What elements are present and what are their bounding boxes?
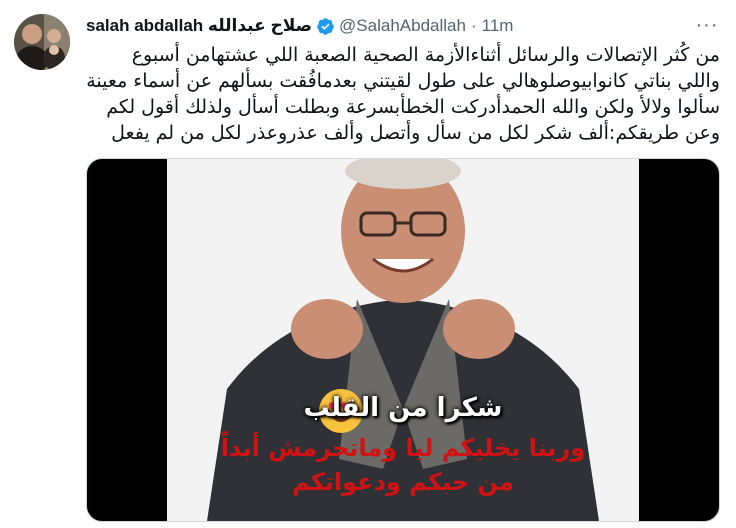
image-caption-line2: وربنا يخليكم ليا وماتحرمش أبداً bbox=[220, 434, 586, 462]
image-caption-blessing: وربنا يخليكم ليا وماتحرمش أبداً من حبكم … bbox=[167, 431, 639, 499]
avatar[interactable] bbox=[14, 14, 70, 70]
tweet-header: salah abdallah صلاح عبدالله @SalahAbdall… bbox=[86, 14, 720, 38]
user-handle[interactable]: @SalahAbdallah bbox=[339, 16, 466, 36]
separator-dot: · bbox=[470, 16, 477, 35]
image-caption-thanks: شكرا من القلب bbox=[303, 393, 503, 423]
more-options-icon[interactable]: ··· bbox=[694, 12, 720, 38]
tweet-text: من كُثر الإتصالات والرسائل أثناءالأزمة ا… bbox=[86, 44, 720, 144]
avatar-photo bbox=[14, 14, 70, 70]
verified-badge-icon bbox=[317, 17, 334, 35]
display-name[interactable]: salah abdallah صلاح عبدالله bbox=[86, 16, 312, 36]
image-content: شكرا من القلب وربنا يخليكم ليا وماتحرمش … bbox=[167, 159, 639, 521]
timestamp[interactable]: 11m bbox=[482, 16, 514, 36]
tweet-media-image[interactable]: شكرا من القلب وربنا يخليكم ليا وماتحرمش … bbox=[86, 158, 720, 522]
image-caption-line3: من حبكم ودعواتكم bbox=[292, 468, 514, 496]
